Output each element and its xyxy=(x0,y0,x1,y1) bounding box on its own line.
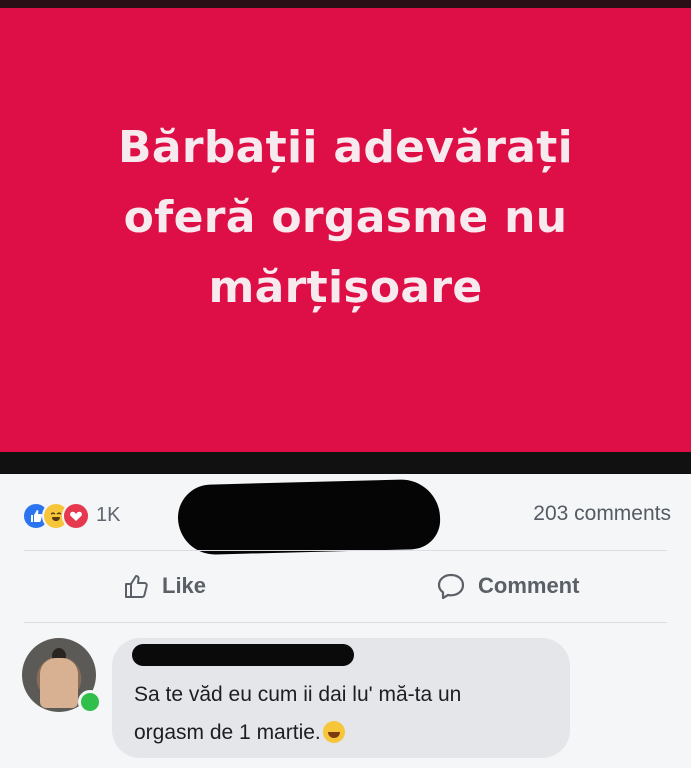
banner-text: Bărbații adevărați oferă orgasme nu mărț… xyxy=(86,113,606,323)
comment-text-line-2-text: orgasm de 1 martie. xyxy=(134,721,321,744)
comment-label: Comment xyxy=(478,573,580,598)
post-image-banner[interactable]: Bărbații adevărați oferă orgasme nu mărț… xyxy=(0,8,691,452)
redacted-commenter-name xyxy=(132,644,354,666)
post-actions: Like Comment xyxy=(0,551,691,621)
reaction-count[interactable]: 1K xyxy=(96,504,120,527)
like-label: Like xyxy=(162,573,207,598)
redaction-mark xyxy=(177,478,441,556)
comment-item: Sa te văd eu cum ii dai lu' mă-ta un org… xyxy=(0,624,691,768)
avatar-figure xyxy=(40,658,78,708)
divider xyxy=(24,622,667,623)
love-reaction-icon xyxy=(62,502,90,530)
comment-text-line-1: Sa te văd eu cum ii dai lu' mă-ta un xyxy=(134,683,462,706)
post-stats: 1K 203 comments xyxy=(0,474,691,556)
online-status-icon xyxy=(78,690,102,714)
banner-line-2: oferă orgasme nu xyxy=(123,192,568,243)
post-footer: 1K 203 comments Like Comment Sa te văd e… xyxy=(0,474,691,768)
comment-button[interactable]: Comment xyxy=(436,551,579,621)
laughing-emoji-icon xyxy=(322,721,345,743)
top-bar xyxy=(0,0,691,8)
banner-line-3: mărțișoare xyxy=(208,262,483,313)
image-bottom-divider xyxy=(0,452,691,474)
comment-count[interactable]: 203 comments xyxy=(533,502,671,526)
comment-bubble[interactable]: Sa te văd eu cum ii dai lu' mă-ta un org… xyxy=(112,638,570,758)
banner-line-1: Bărbații adevărați xyxy=(118,122,573,173)
thumbs-up-icon xyxy=(125,575,148,598)
comment-text-line-2: orgasm de 1 martie. xyxy=(134,714,554,752)
like-button[interactable]: Like xyxy=(122,551,206,621)
comment-bubble-icon xyxy=(437,573,465,600)
comment-text: Sa te văd eu cum ii dai lu' mă-ta un org… xyxy=(134,676,554,752)
